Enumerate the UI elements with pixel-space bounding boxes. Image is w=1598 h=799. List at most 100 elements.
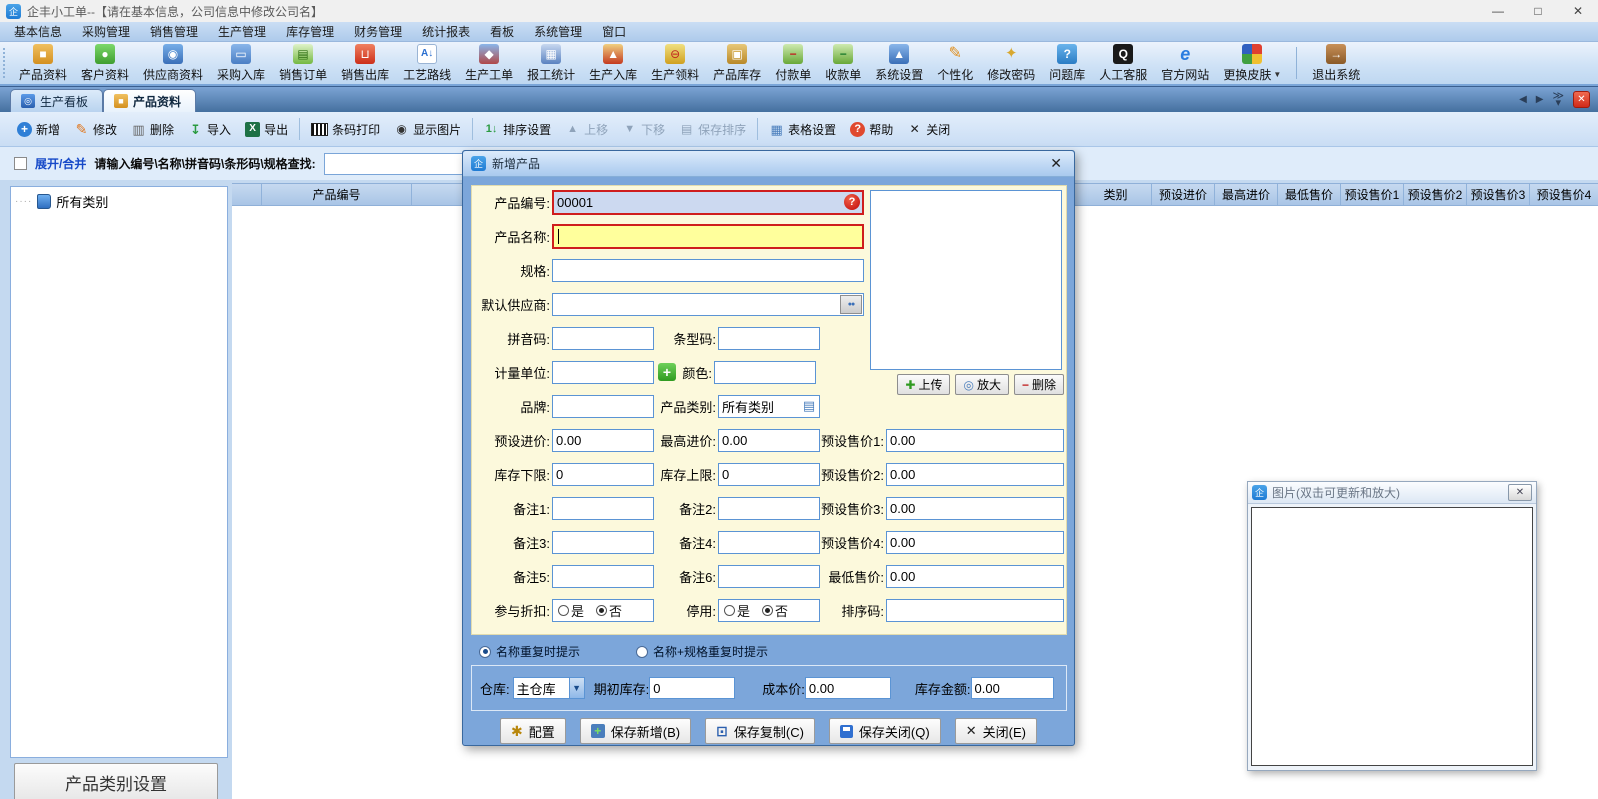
stop-yes-option[interactable]: 是: [724, 601, 750, 620]
tab-scroll-left-icon[interactable]: ◀: [1519, 94, 1527, 105]
unit-input[interactable]: [552, 361, 654, 384]
tab-scroll-right-icon[interactable]: ▶: [1536, 94, 1544, 105]
menu-purchase[interactable]: 采购管理: [72, 23, 140, 40]
menu-sales[interactable]: 销售管理: [140, 23, 208, 40]
table-header-max-purchase[interactable]: 最高进价: [1215, 184, 1278, 205]
preset-sale4-input[interactable]: [886, 531, 1064, 554]
table-header-preset-sale1[interactable]: 预设售价1: [1341, 184, 1404, 205]
export-button[interactable]: X 导出: [238, 117, 295, 142]
toolbar-item-question-bank[interactable]: ? 问题库: [1042, 43, 1092, 84]
menu-finance[interactable]: 财务管理: [344, 23, 412, 40]
expand-merge-checkbox[interactable]: [14, 157, 27, 170]
brand-input[interactable]: [552, 395, 654, 418]
toolbar-item-supplier[interactable]: ◉ 供应商资料: [136, 43, 210, 84]
save-new-button[interactable]: +保存新增(B): [580, 718, 691, 744]
product-name-input[interactable]: [554, 226, 862, 247]
category-settings-button[interactable]: 产品类别设置: [14, 763, 218, 799]
minimize-button[interactable]: —: [1478, 0, 1518, 22]
move-up-button[interactable]: ▲ 上移: [558, 117, 615, 142]
menu-board[interactable]: 看板: [480, 23, 524, 40]
warehouse-dropdown[interactable]: 主仓库 ▼: [513, 677, 585, 699]
preset-sale2-input[interactable]: [886, 463, 1064, 486]
product-code-input[interactable]: [554, 192, 862, 213]
note6-input[interactable]: [718, 565, 820, 588]
help-button[interactable]: ? 帮助: [843, 117, 900, 142]
note1-input[interactable]: [552, 497, 654, 520]
toolbar-item-personalize[interactable]: ✎ 个性化: [930, 43, 980, 84]
menu-inventory[interactable]: 库存管理: [276, 23, 344, 40]
search-input[interactable]: [324, 153, 465, 175]
category-picker-icon[interactable]: ▤: [799, 396, 819, 417]
tree-node-all-categories[interactable]: ···· 所有类别: [11, 187, 227, 211]
note2-input[interactable]: [718, 497, 820, 520]
menu-reports[interactable]: 统计报表: [412, 23, 480, 40]
tab-close-button[interactable]: ✕: [1573, 91, 1590, 108]
toolbar-item-work-report[interactable]: ▦ 报工统计: [520, 43, 582, 84]
toolbar-item-change-password[interactable]: ✦ 修改密码: [980, 43, 1042, 84]
save-copy-button[interactable]: ⊡保存复制(C): [705, 718, 815, 744]
expand-merge-link[interactable]: 展开/合并: [35, 155, 86, 172]
sort-settings-button[interactable]: 1↓ 排序设置: [477, 117, 558, 142]
image-panel-content[interactable]: [1251, 507, 1533, 766]
toolbar-item-exit[interactable]: → 退出系统: [1305, 43, 1367, 84]
category-combo[interactable]: 所有类别 ▤: [718, 395, 820, 418]
barcode-input[interactable]: [718, 327, 820, 350]
show-image-button[interactable]: ◉ 显示图片: [387, 117, 468, 142]
tab-production-board[interactable]: ◎ 生产看板: [10, 89, 103, 112]
supplier-input[interactable]: [552, 293, 864, 316]
toolbar-item-production-in[interactable]: ▲ 生产入库: [582, 43, 644, 84]
stock-min-input[interactable]: [552, 463, 654, 486]
restore-button[interactable]: □: [1518, 0, 1558, 22]
toolbar-item-skin[interactable]: 更换皮肤 ▼: [1216, 43, 1288, 84]
toolbar-item-process-route[interactable]: A↓ 工艺路线: [396, 43, 458, 84]
table-settings-button[interactable]: ▦ 表格设置: [762, 117, 843, 142]
move-down-button[interactable]: ▼ 下移: [615, 117, 672, 142]
toolbar-item-website[interactable]: e 官方网站: [1154, 43, 1216, 84]
save-close-button[interactable]: 保存关闭(Q): [829, 718, 941, 744]
toolbar-item-material-issue[interactable]: ⊖ 生产领料: [644, 43, 706, 84]
pinyin-input[interactable]: [552, 327, 654, 350]
toolbar-item-payment[interactable]: − 付款单: [768, 43, 818, 84]
discount-no-option[interactable]: 否: [596, 601, 622, 620]
table-header-preset-purchase[interactable]: 预设进价: [1152, 184, 1215, 205]
add-unit-icon[interactable]: +: [658, 363, 676, 381]
delete-image-button[interactable]: −删除: [1014, 374, 1064, 395]
supplier-picker-icon[interactable]: ●●: [840, 295, 862, 314]
min-sale-input[interactable]: [886, 565, 1064, 588]
spec-input[interactable]: [552, 259, 864, 282]
note5-input[interactable]: [552, 565, 654, 588]
stop-no-option[interactable]: 否: [762, 601, 788, 620]
note3-input[interactable]: [552, 531, 654, 554]
toolbar-item-system-settings[interactable]: ▲ 系统设置: [868, 43, 930, 84]
toolbar-item-support[interactable]: Q 人工客服: [1092, 43, 1154, 84]
toolbar-item-sales-out[interactable]: ⊔ 销售出库: [334, 43, 396, 84]
toolbar-item-sales-order[interactable]: ▤ 销售订单: [272, 43, 334, 84]
toolbar-item-product[interactable]: ■ 产品资料: [12, 43, 74, 84]
tab-product-data[interactable]: ■ 产品资料: [103, 89, 196, 112]
table-header-preset-sale2[interactable]: 预设售价2: [1404, 184, 1467, 205]
toolbar-item-customer[interactable]: ● 客户资料: [74, 43, 136, 84]
color-input[interactable]: [714, 361, 816, 384]
stock-max-input[interactable]: [718, 463, 820, 486]
upload-image-button[interactable]: ✚上传: [897, 374, 950, 395]
zoom-image-button[interactable]: ◎放大: [955, 374, 1009, 395]
table-header-preset-sale3[interactable]: 预设售价3: [1467, 184, 1530, 205]
dialog-close-icon[interactable]: ✕: [1046, 155, 1066, 172]
preset-sale1-input[interactable]: [886, 429, 1064, 452]
dup-by-name-option[interactable]: 名称重复时提示: [479, 643, 580, 660]
import-button[interactable]: ↧ 导入: [181, 117, 238, 142]
note4-input[interactable]: [718, 531, 820, 554]
edit-button[interactable]: ✎ 修改: [67, 117, 124, 142]
dialog-close-button[interactable]: ✕关闭(E): [955, 718, 1037, 744]
discount-yes-option[interactable]: 是: [558, 601, 584, 620]
tab-list-icon[interactable]: ≫▾: [1552, 93, 1564, 106]
code-help-icon[interactable]: ?: [844, 194, 860, 210]
max-purchase-input[interactable]: [718, 429, 820, 452]
menu-window[interactable]: 窗口: [592, 23, 636, 40]
table-header-min-sale[interactable]: 最低售价: [1278, 184, 1341, 205]
close-tab-button[interactable]: ✕ 关闭: [900, 117, 957, 142]
table-header-indicator[interactable]: [232, 184, 262, 205]
init-stock-input[interactable]: [649, 677, 735, 699]
menu-production[interactable]: 生产管理: [208, 23, 276, 40]
toolbar-item-receipt[interactable]: − 收款单: [818, 43, 868, 84]
